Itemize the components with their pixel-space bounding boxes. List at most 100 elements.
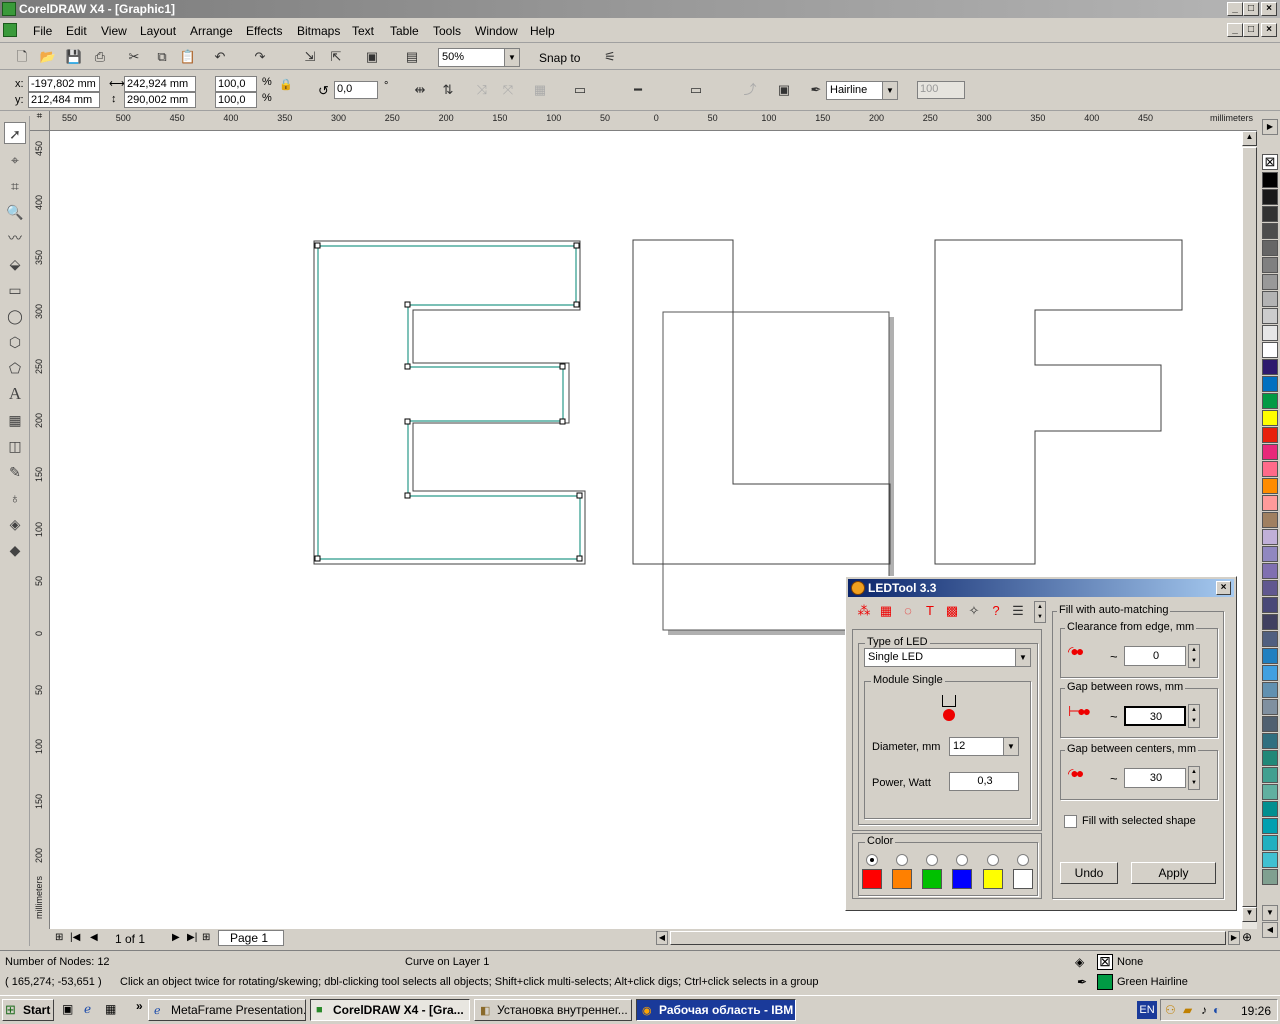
- diameter-combo[interactable]: 12 ▼: [949, 737, 1019, 756]
- palette-swatch[interactable]: [1262, 614, 1278, 630]
- palette-swatch[interactable]: [1262, 665, 1278, 681]
- palette-swatch[interactable]: [1262, 597, 1278, 613]
- centers-gap-spinner[interactable]: ▲ ▼: [1188, 766, 1200, 790]
- menu-bitmaps[interactable]: Bitmaps: [297, 24, 340, 38]
- end-arrowhead-icon[interactable]: ▭: [686, 80, 706, 100]
- task-coreldraw[interactable]: CorelDRAW X4 - [Gra...: [310, 999, 470, 1021]
- height-field[interactable]: 290,002 mm: [124, 92, 196, 108]
- color-radio-orange[interactable]: [896, 854, 908, 866]
- led-matrix-icon[interactable]: ▩: [942, 601, 962, 621]
- outline-tool-icon[interactable]: ♁: [4, 487, 26, 509]
- undo-icon[interactable]: ↶: [210, 47, 230, 67]
- paste-icon[interactable]: 📋: [178, 47, 198, 67]
- palette-swatch[interactable]: [1262, 801, 1278, 817]
- led-type-combo[interactable]: Single LED ▼: [864, 648, 1031, 667]
- tray-folder-icon[interactable]: ▰: [1183, 1003, 1192, 1017]
- palette-swatch[interactable]: [1262, 546, 1278, 562]
- quicklaunch-app-icon[interactable]: ▦: [105, 1002, 116, 1016]
- fill-selected-checkbox[interactable]: [1064, 815, 1077, 828]
- palette-scroll-down-icon[interactable]: ▼: [1262, 905, 1278, 921]
- letter-f-shape[interactable]: [934, 239, 1183, 565]
- zoom-tool-icon[interactable]: 🔍: [4, 201, 26, 223]
- zoom-navigator-icon[interactable]: ⊕: [1242, 930, 1252, 944]
- palette-swatch[interactable]: [1262, 767, 1278, 783]
- clearance-spinner[interactable]: ▲ ▼: [1188, 644, 1200, 668]
- add-page-after-icon[interactable]: ⊞: [202, 932, 210, 943]
- zoom-level-combo[interactable]: 50% ▼: [438, 48, 520, 67]
- pick-tool-icon[interactable]: ➚: [4, 122, 26, 144]
- palette-swatch[interactable]: [1262, 869, 1278, 885]
- led-pattern-dots-icon[interactable]: ⁂: [854, 601, 874, 621]
- scale-x-field[interactable]: 100,0: [215, 76, 257, 92]
- palette-swatch[interactable]: [1262, 291, 1278, 307]
- x-position-field[interactable]: -197,802 mm: [28, 76, 100, 92]
- last-page-icon[interactable]: ▶|: [187, 932, 197, 943]
- quicklaunch-more-icon[interactable]: »: [136, 999, 143, 1013]
- ellipse-tool-icon[interactable]: ◯: [4, 305, 26, 327]
- interactive-blend-icon[interactable]: ◫: [4, 435, 26, 457]
- minimize-button[interactable]: _: [1227, 2, 1243, 16]
- mirror-horizontal-icon[interactable]: ⇹: [410, 80, 430, 100]
- welcome-screen-icon[interactable]: ▤: [402, 47, 422, 67]
- ledtool-titlebar[interactable]: LEDTool 3.3: [848, 579, 1234, 597]
- palette-swatch[interactable]: [1262, 733, 1278, 749]
- ruler-origin[interactable]: ⌗: [30, 111, 50, 131]
- chevron-down-icon[interactable]: ▼: [1003, 738, 1018, 755]
- led-wand-icon[interactable]: ✧: [964, 601, 984, 621]
- scroll-down-icon[interactable]: ▼: [1242, 907, 1257, 922]
- add-page-before-icon[interactable]: ⊞: [55, 932, 63, 943]
- palette-swatch[interactable]: [1262, 206, 1278, 222]
- scroll-up-icon[interactable]: ▲: [1242, 131, 1257, 146]
- width-field[interactable]: 242,924 mm: [124, 76, 196, 92]
- vertical-scrollbar[interactable]: ▲ ▼: [1242, 131, 1257, 929]
- doc-minimize-button[interactable]: _: [1227, 23, 1243, 37]
- palette-swatch[interactable]: [1262, 359, 1278, 375]
- palette-swatch[interactable]: [1262, 308, 1278, 324]
- palette-swatch[interactable]: [1262, 835, 1278, 851]
- power-field[interactable]: 0,3: [949, 772, 1019, 791]
- menu-edit[interactable]: Edit: [66, 24, 87, 38]
- new-icon[interactable]: 🗋: [12, 47, 32, 67]
- options-icon[interactable]: ⚟: [600, 47, 620, 67]
- palette-swatch[interactable]: [1262, 563, 1278, 579]
- application-launcher-icon[interactable]: ▣: [362, 47, 382, 67]
- menu-tools[interactable]: Tools: [433, 24, 461, 38]
- color-radio-red[interactable]: [866, 854, 878, 866]
- palette-swatch[interactable]: [1262, 682, 1278, 698]
- palette-swatch[interactable]: [1262, 750, 1278, 766]
- palette-swatch[interactable]: [1262, 852, 1278, 868]
- chevron-down-icon[interactable]: ▼: [504, 49, 519, 66]
- outline-width-combo[interactable]: Hairline ▼: [826, 81, 898, 100]
- palette-swatch[interactable]: [1262, 427, 1278, 443]
- close-button[interactable]: ×: [1261, 2, 1277, 16]
- maximize-button[interactable]: □: [1243, 2, 1259, 16]
- fill-tool-icon[interactable]: ◈: [4, 513, 26, 535]
- redo-icon[interactable]: ↷: [250, 47, 270, 67]
- palette-swatch[interactable]: [1262, 512, 1278, 528]
- task-metaframe[interactable]: MetaFrame Presentation...: [148, 999, 306, 1021]
- lock-ratio-icon[interactable]: 🔒: [278, 77, 294, 93]
- menu-window[interactable]: Window: [475, 24, 518, 38]
- copy-icon[interactable]: ⧉: [152, 47, 172, 67]
- save-icon[interactable]: 💾: [64, 47, 84, 67]
- snap-to-button[interactable]: Snap to: [539, 51, 580, 65]
- menu-view[interactable]: View: [101, 24, 127, 38]
- menu-effects[interactable]: Effects: [246, 24, 282, 38]
- cut-icon[interactable]: ✂: [124, 47, 144, 67]
- rectangle-tool-icon[interactable]: ▭: [4, 279, 26, 301]
- palette-swatch[interactable]: [1262, 631, 1278, 647]
- palette-swatch[interactable]: [1262, 257, 1278, 273]
- color-radio-blue[interactable]: [956, 854, 968, 866]
- ledtool-close-button[interactable]: ×: [1216, 581, 1231, 595]
- palette-expand-icon[interactable]: ◀: [1262, 922, 1278, 938]
- menu-table[interactable]: Table: [390, 24, 419, 38]
- line-style-icon[interactable]: ━: [628, 80, 648, 100]
- palette-swatch[interactable]: [1262, 172, 1278, 188]
- letter-e-shape[interactable]: [313, 240, 586, 565]
- doc-close-button[interactable]: ×: [1261, 23, 1277, 37]
- menu-text[interactable]: Text: [352, 24, 374, 38]
- palette-swatch[interactable]: [1262, 648, 1278, 664]
- palette-swatch[interactable]: [1262, 580, 1278, 596]
- outline-pen-icon[interactable]: ✒: [806, 80, 826, 100]
- led-list-icon[interactable]: ☰: [1008, 601, 1028, 621]
